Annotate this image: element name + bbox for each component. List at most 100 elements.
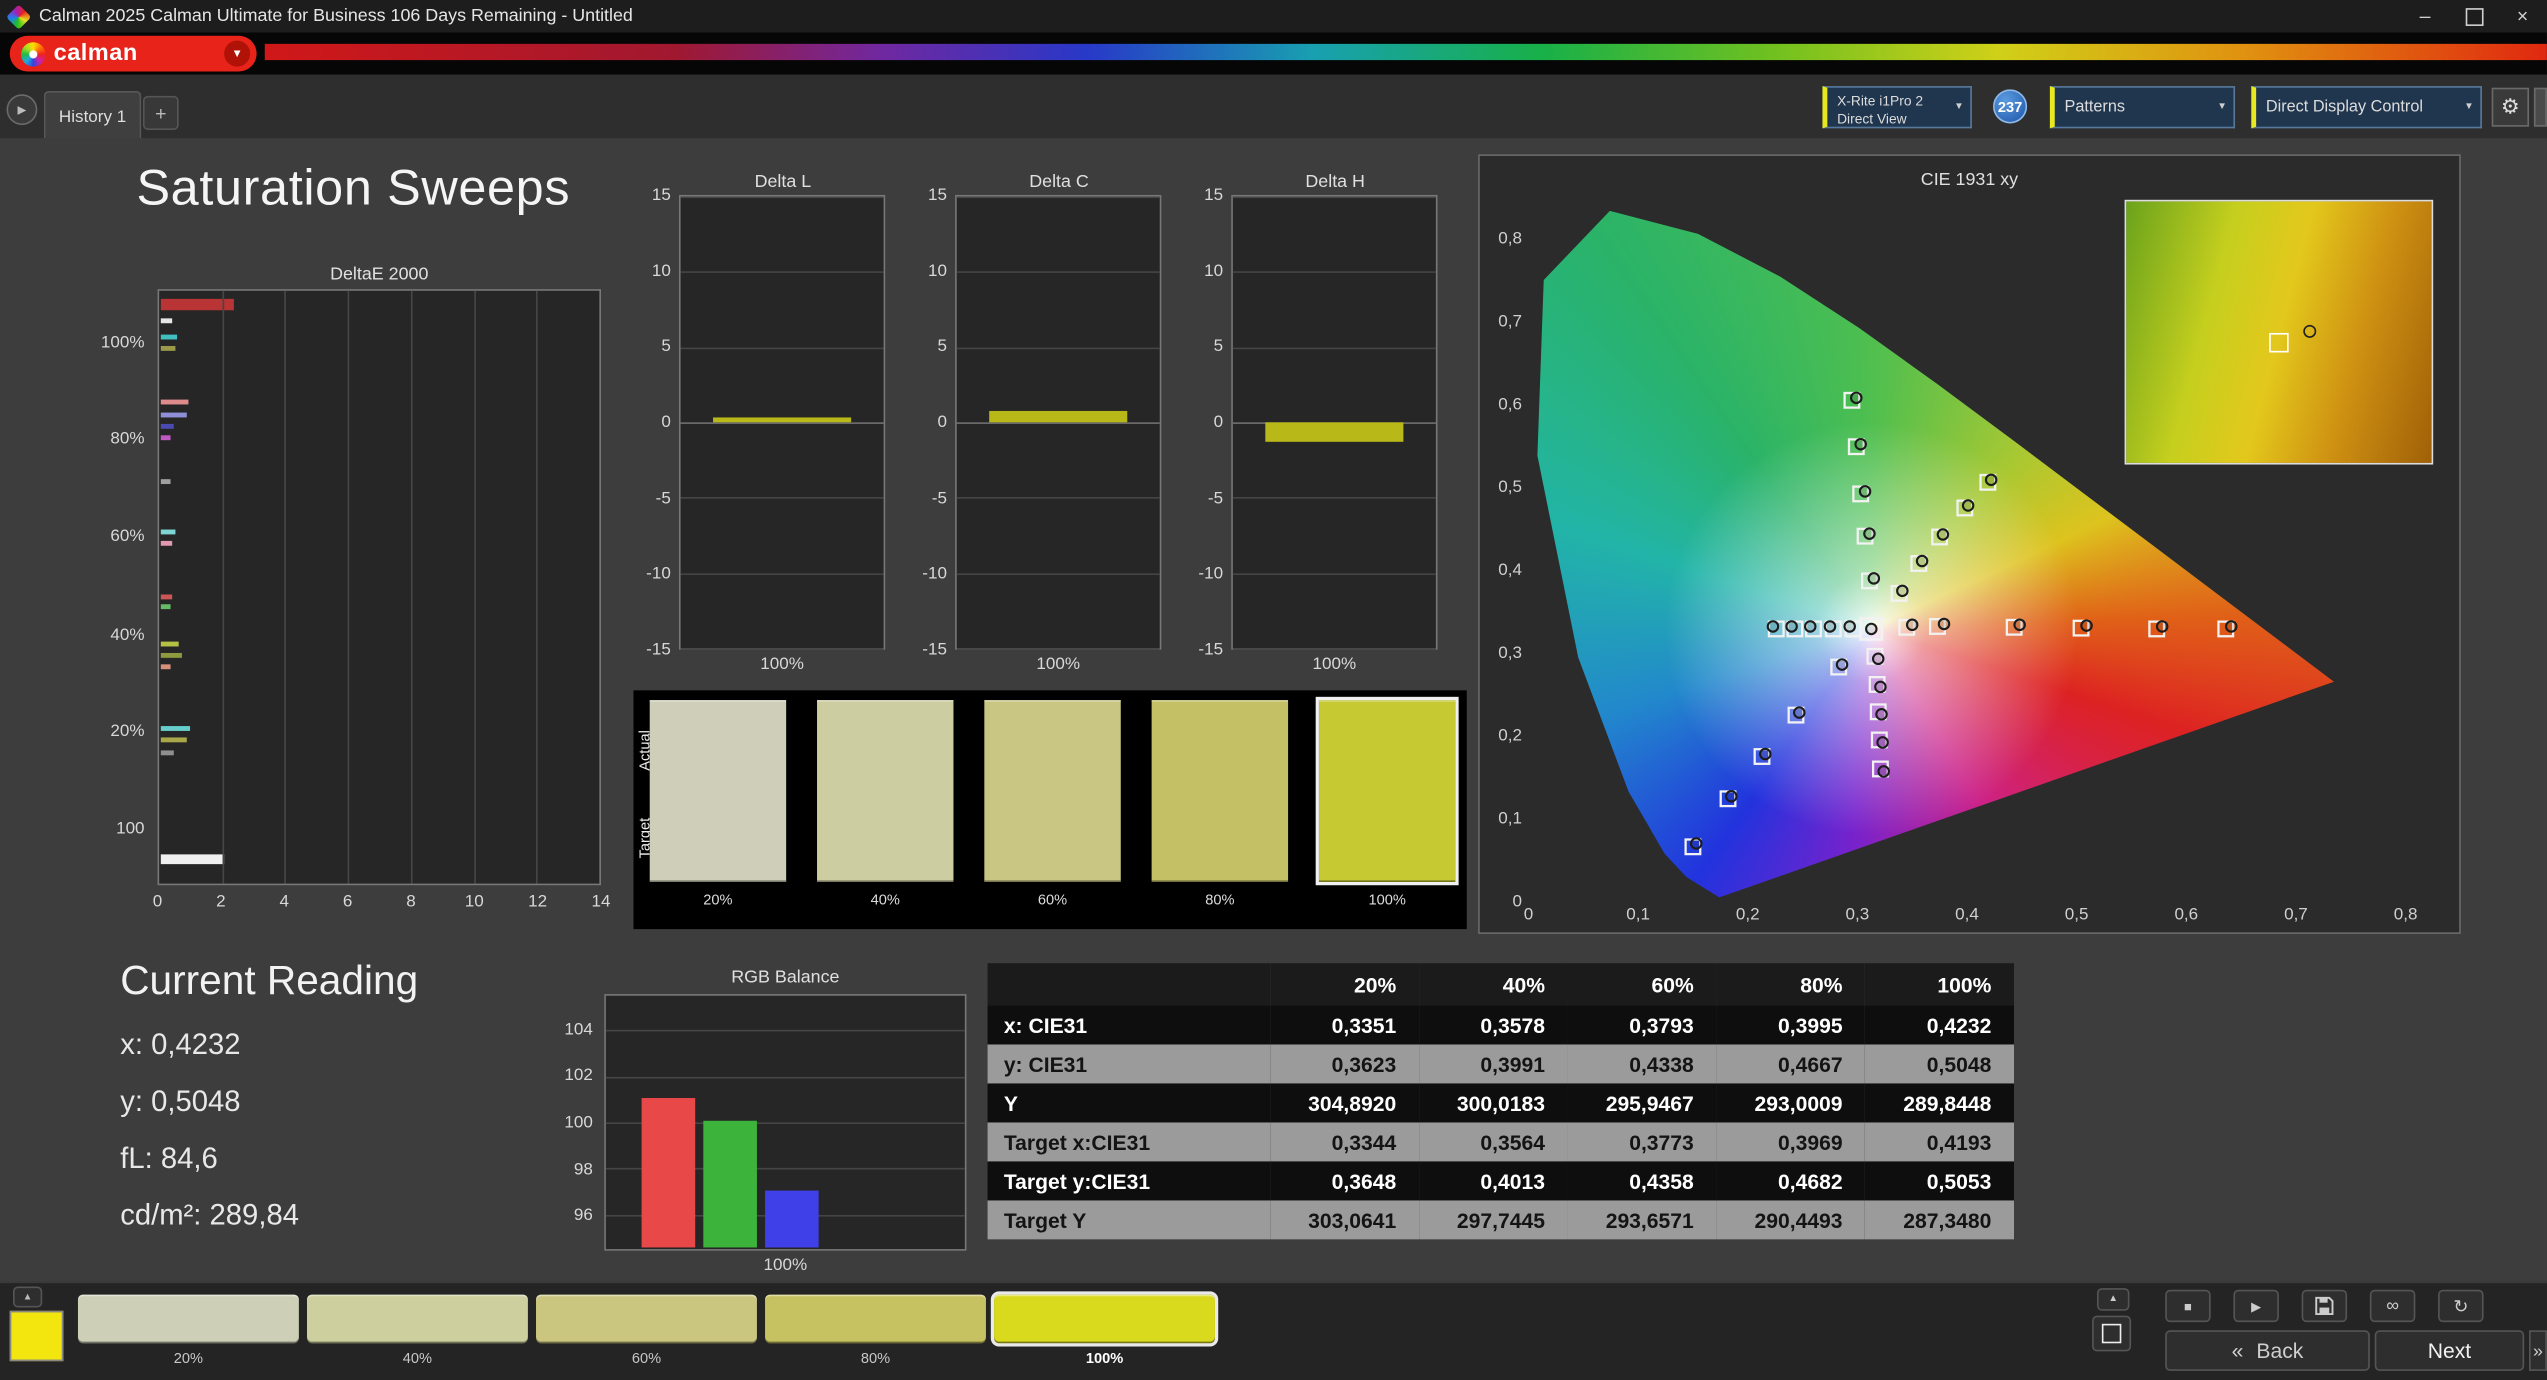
table-cell: 304,8920 xyxy=(1308,1090,1397,1116)
rgb-x-axis-label: 100% xyxy=(763,1255,808,1276)
cie-measured-marker xyxy=(1865,622,1878,636)
cie-measured-marker xyxy=(1785,620,1798,633)
save-button[interactable] xyxy=(2301,1289,2348,1323)
patch-label: 80% xyxy=(1205,891,1235,908)
cie-measured-marker xyxy=(1915,554,1929,568)
bottom-patch-label: 60% xyxy=(631,1349,662,1367)
play-button[interactable]: ▶ xyxy=(2233,1289,2279,1323)
reading-cdm2: cd/m²: 289,84 xyxy=(120,1198,299,1232)
rgb-balance-title: RGB Balance xyxy=(731,968,840,988)
table-row: Y 304,8920 300,0183 295,9467 293,0009 289,844… xyxy=(987,1083,2015,1123)
cie-measured-marker xyxy=(1875,708,1888,721)
cie-measured-marker xyxy=(1871,652,1885,666)
panel-edge-button[interactable] xyxy=(2533,87,2547,127)
display-control-dropdown[interactable]: Direct Display Control ▼ xyxy=(2251,86,2482,129)
cie-measured-marker xyxy=(1793,706,1806,719)
stop-icon: ■ xyxy=(2183,1298,2192,1314)
patch-label: 40% xyxy=(870,891,900,908)
table-cell: 289,8448 xyxy=(1903,1090,1992,1116)
bottom-patch-40%[interactable] xyxy=(306,1294,528,1344)
delta-c-chart: Delta C 15 10 5 0 -5 -10 -15 100% xyxy=(913,138,1205,690)
deltae-bar xyxy=(160,424,174,430)
rgb-bar-red xyxy=(641,1097,696,1248)
deltae-bar xyxy=(160,593,172,599)
patterns-dropdown[interactable]: Patterns ▼ xyxy=(2049,86,2236,129)
cie-measured-marker xyxy=(1937,617,1951,631)
plot-area xyxy=(955,194,1162,650)
deltae-chart-title: DeltaE 2000 xyxy=(330,264,429,285)
bottom-patch-label: 80% xyxy=(860,1349,891,1367)
cie-measured-marker xyxy=(1858,485,1872,498)
maximize-button[interactable] xyxy=(2449,0,2498,32)
table-cell: 0,4682 xyxy=(1777,1168,1843,1194)
expand-right-button[interactable]: ▲ xyxy=(2096,1288,2130,1311)
table-header: 40% xyxy=(1418,963,1568,1006)
fullscreen-pattern-button[interactable] xyxy=(2092,1315,2132,1352)
meter-dropdown[interactable]: X-Rite i1Pro 2 Direct View ▼ xyxy=(1822,86,1972,129)
next-button[interactable]: Next xyxy=(2374,1330,2525,1371)
row-label: Target x:CIE31 xyxy=(1003,1129,1151,1155)
next-chevron-button[interactable]: » xyxy=(2529,1330,2547,1371)
bottom-patch-label: 40% xyxy=(402,1349,433,1367)
deltae-chart xyxy=(157,289,601,886)
calman-window: Calman 2025 Calman Ultimate for Business… xyxy=(0,0,2547,1380)
y-axis: 15 10 5 0 -5 -10 -15 xyxy=(646,185,671,660)
chart-title: Delta C xyxy=(1029,172,1089,192)
play-icon: ▶ xyxy=(2251,1298,2262,1314)
deltae-bar xyxy=(160,479,171,485)
deltae-bar xyxy=(160,664,171,670)
table-row: x: CIE31 0,3351 0,3578 0,3793 0,3995 0,4232 xyxy=(987,1005,2015,1045)
cie-measured-marker xyxy=(2155,620,2169,633)
table-cell: 0,4338 xyxy=(1629,1051,1694,1077)
cie-measured-marker xyxy=(1961,499,1975,512)
deltae-bar xyxy=(160,334,177,339)
table-cell: 0,3623 xyxy=(1331,1051,1397,1077)
deltae-bar xyxy=(160,603,171,609)
continuous-measure-button[interactable]: ∞ xyxy=(2369,1289,2416,1323)
rgb-bar-blue xyxy=(765,1189,819,1248)
cie-measured-marker xyxy=(1850,391,1863,405)
x-axis-label: 100% xyxy=(760,654,804,675)
patch-label: 100% xyxy=(1368,891,1406,908)
deltae-bar xyxy=(160,412,188,418)
window-title: Calman 2025 Calman Ultimate for Business… xyxy=(38,6,633,26)
minimize-button[interactable]: – xyxy=(2401,0,2450,32)
calman-logo-menu[interactable]: calman ▼ xyxy=(9,35,257,72)
cie-measured-marker xyxy=(2013,618,2026,632)
table-cell: 295,9467 xyxy=(1605,1090,1694,1116)
tab-history-1[interactable]: History 1 xyxy=(43,90,142,140)
table-cell: 0,3969 xyxy=(1777,1129,1843,1155)
table-cell: 0,3344 xyxy=(1331,1129,1397,1155)
deltae-bar xyxy=(160,737,188,743)
x-axis-label: 100% xyxy=(1036,654,1081,675)
add-tab-button[interactable]: + xyxy=(142,95,179,130)
close-button[interactable]: × xyxy=(2498,0,2547,32)
deltae-bar xyxy=(160,399,190,405)
settings-button[interactable]: ⚙ xyxy=(2491,87,2530,127)
stop-button[interactable]: ■ xyxy=(2165,1289,2211,1323)
bottom-patch-20%[interactable] xyxy=(77,1294,299,1344)
history-nav-button[interactable]: ▶ xyxy=(6,94,38,126)
logo-dropdown-icon[interactable]: ▼ xyxy=(224,40,251,67)
table-cell: 293,0009 xyxy=(1754,1090,1843,1116)
cie-measured-marker xyxy=(1766,620,1780,633)
calman-pinwheel-icon xyxy=(21,41,46,66)
reading-x: x: 0,4232 xyxy=(120,1028,241,1061)
chart-title: Delta H xyxy=(1305,172,1365,192)
table-cell: 0,4667 xyxy=(1777,1051,1843,1077)
meter-count-badge[interactable]: 237 xyxy=(1993,89,2028,124)
table-cell: 0,3648 xyxy=(1331,1168,1397,1194)
table-header: 80% xyxy=(1716,963,1866,1006)
cie-1931-panel: CIE 1931 xy 0 0,1 0,2 0,3 0,4 0,5 0,6 0,7 0,8 0,… xyxy=(1478,154,2461,934)
delta-l-chart: Delta L 15 10 5 0 -5 -10 -15 100% xyxy=(637,138,929,690)
cie-measured-marker xyxy=(1936,528,1950,541)
refresh-button[interactable]: ↻ xyxy=(2438,1289,2484,1323)
x-axis-label: 100% xyxy=(1312,654,1357,675)
back-button[interactable]: « Back xyxy=(2165,1330,2370,1371)
bottom-patch-80%[interactable] xyxy=(765,1294,986,1344)
table-cell: 290,4493 xyxy=(1754,1207,1843,1233)
bottom-patch-60%[interactable] xyxy=(536,1294,757,1344)
cie-measured-marker xyxy=(1843,620,1856,633)
bottom-patch-100%[interactable] xyxy=(990,1291,1219,1347)
meter-mode: Direct View xyxy=(1837,109,1907,127)
